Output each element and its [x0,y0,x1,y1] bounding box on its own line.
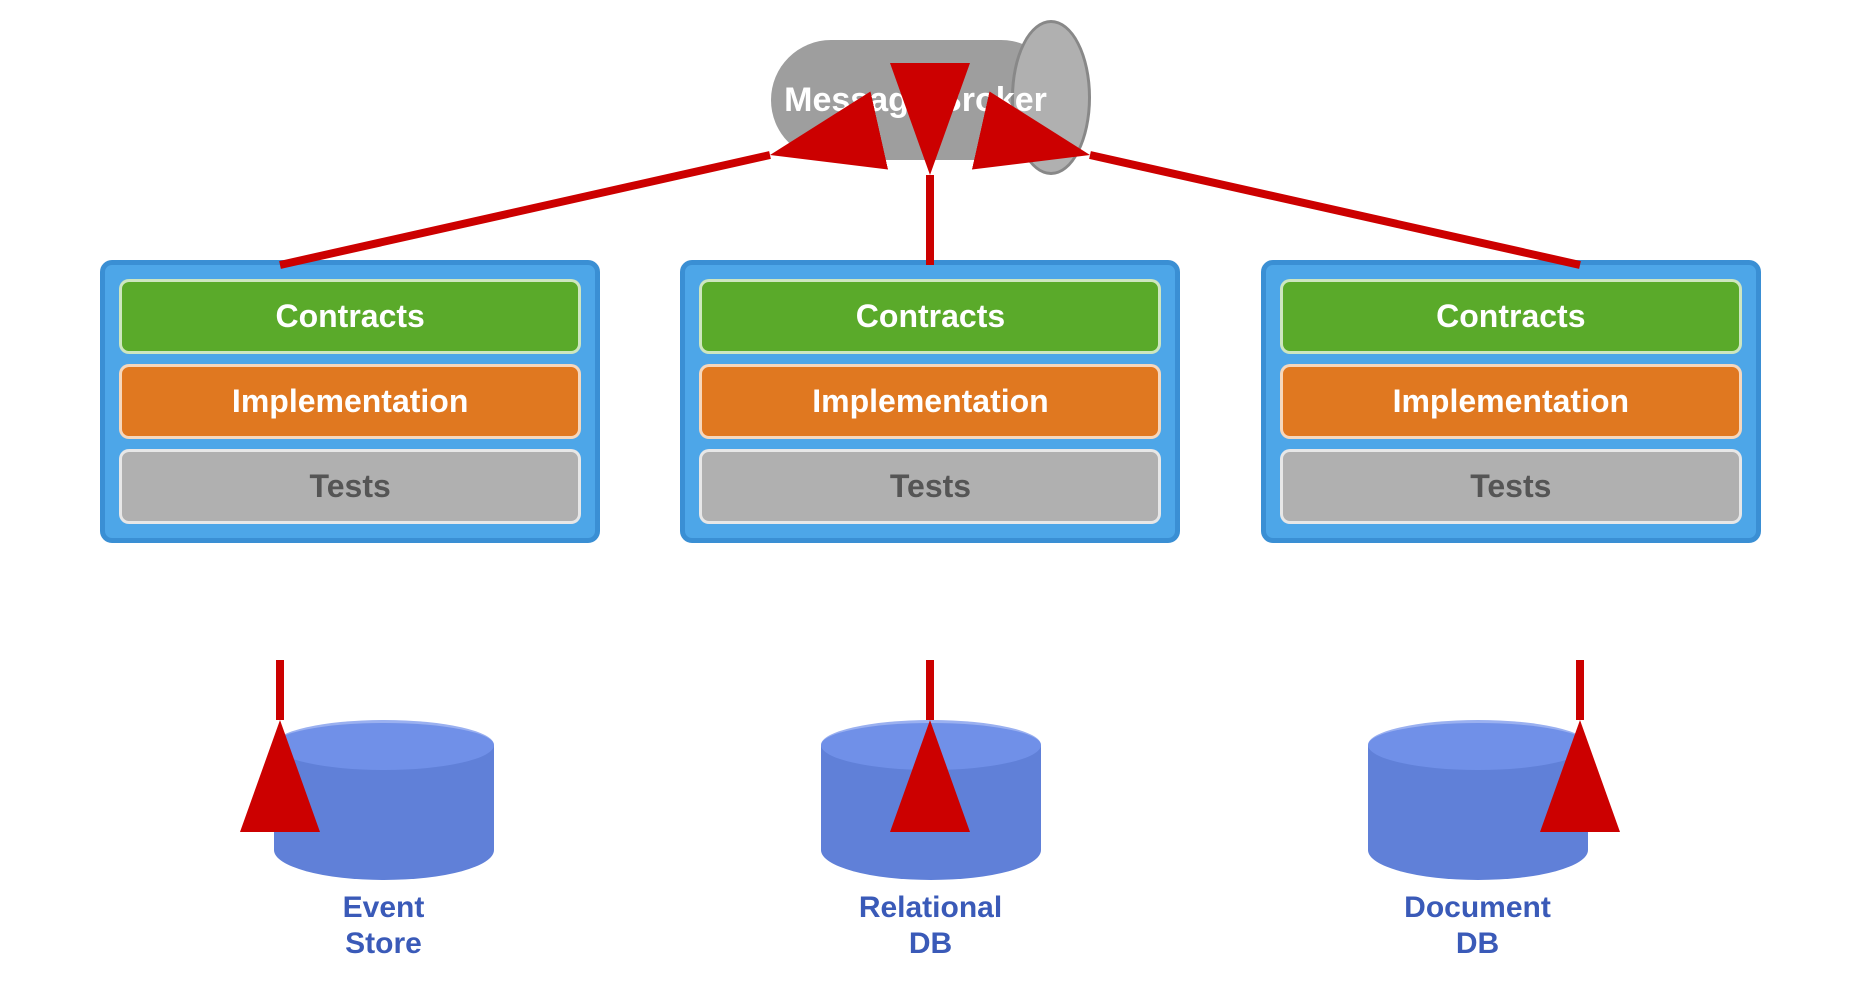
diagram: Message Broker Contracts Implementation … [0,0,1861,995]
db-label-relational: RelationalDB [859,890,1002,962]
databases-row: EventStore RelationalDB DocumentDB [0,720,1861,962]
contracts-layer-right: Contracts [1280,279,1742,354]
db-document: DocumentDB [1368,720,1588,962]
db-shape-relational [821,720,1041,880]
broker-shape: Message Broker [771,20,1091,175]
db-label-document: DocumentDB [1404,890,1551,962]
tests-layer-center: Tests [699,449,1161,524]
arrow-right-to-broker [1090,155,1580,265]
service-center: Contracts Implementation Tests [680,260,1180,543]
implementation-layer-right: Implementation [1280,364,1742,439]
service-right: Contracts Implementation Tests [1261,260,1761,543]
broker-label: Message Broker [784,80,1047,121]
arrow-left-to-broker [280,155,770,265]
implementation-label-right: Implementation [1393,383,1629,420]
tests-layer-left: Tests [119,449,581,524]
db-relational: RelationalDB [821,720,1041,962]
db-shape-document [1368,720,1588,880]
contracts-layer-left: Contracts [119,279,581,354]
db-event-store: EventStore [274,720,494,962]
db-shape-event [274,720,494,880]
tests-layer-right: Tests [1280,449,1742,524]
contracts-label-center: Contracts [856,298,1005,335]
services-row: Contracts Implementation Tests Contracts… [0,260,1861,543]
db-top-relational [821,720,1041,770]
implementation-label-left: Implementation [232,383,468,420]
implementation-layer-center: Implementation [699,364,1161,439]
tests-label-center: Tests [890,468,971,505]
service-left: Contracts Implementation Tests [100,260,600,543]
contracts-label-right: Contracts [1436,298,1585,335]
db-label-event: EventStore [343,890,425,962]
contracts-layer-center: Contracts [699,279,1161,354]
message-broker: Message Broker [771,20,1091,175]
db-top-document [1368,720,1588,770]
tests-label-right: Tests [1470,468,1551,505]
contracts-label-left: Contracts [275,298,424,335]
tests-label-left: Tests [310,468,391,505]
db-top-event [274,720,494,770]
implementation-layer-left: Implementation [119,364,581,439]
implementation-label-center: Implementation [812,383,1048,420]
